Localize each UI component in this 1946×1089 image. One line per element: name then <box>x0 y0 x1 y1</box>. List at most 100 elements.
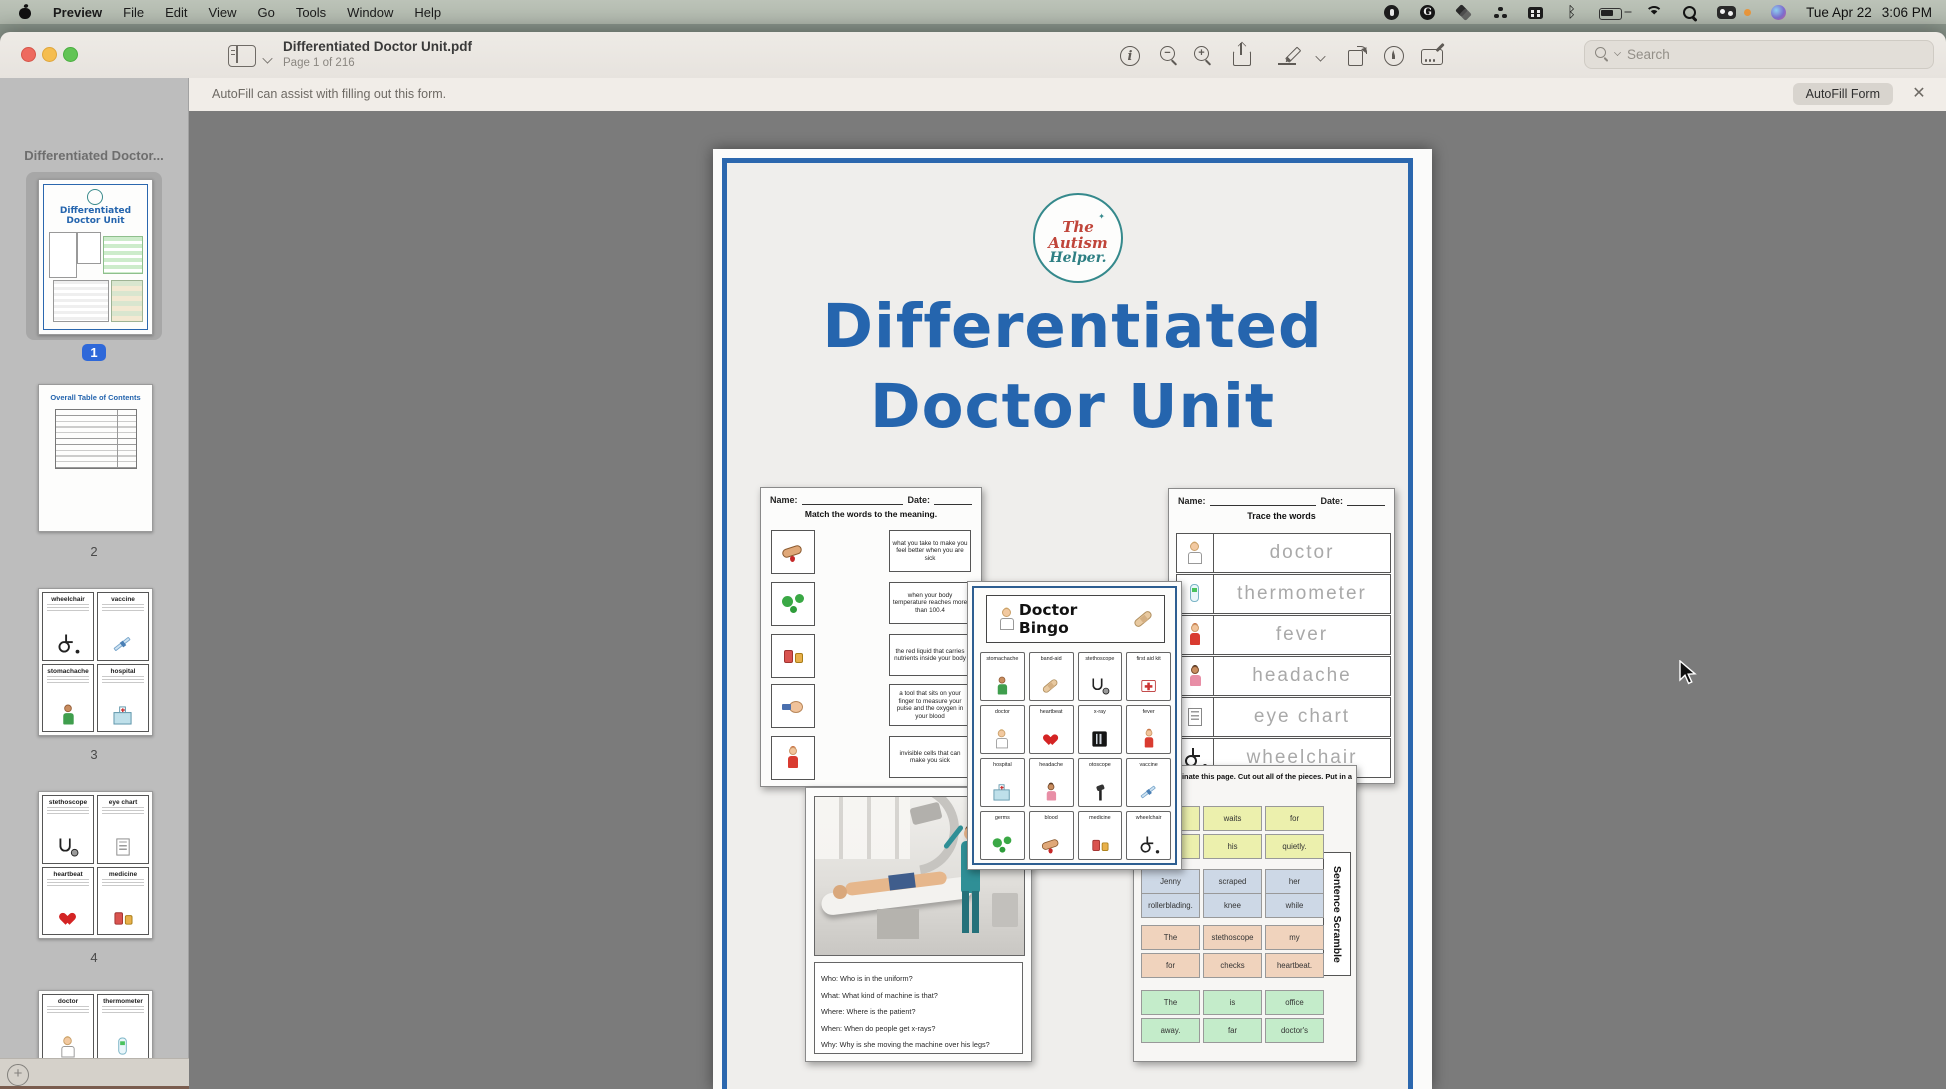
name-date-row: Name: Date: <box>1169 489 1394 506</box>
document-title-line2: Doctor Unit <box>713 371 1432 442</box>
name-date-row: Name: Date: <box>761 488 981 505</box>
search-field[interactable] <box>1584 40 1934 69</box>
word-card: is <box>1203 990 1262 1015</box>
sidebar-bottom-bar: + <box>0 1058 189 1089</box>
vocab-card: doctor <box>42 994 94 1064</box>
screen-record-icon[interactable] <box>1383 4 1400 21</box>
zoom-out-button[interactable]: − <box>1158 44 1182 68</box>
bingo-header: Doctor Bingo <box>986 595 1165 643</box>
zoom-window-button[interactable] <box>63 47 78 62</box>
page-thumbnail-3[interactable]: wheelchair vaccine stomachache hospital <box>38 588 153 736</box>
sidebar-toggle-chevron-icon[interactable] <box>262 53 272 63</box>
highlight-button[interactable] <box>1276 44 1300 68</box>
wheelchair-icon <box>1138 835 1158 855</box>
word-card: knee <box>1203 893 1262 918</box>
add-button[interactable]: + <box>7 1064 29 1086</box>
menu-item-help[interactable]: Help <box>414 5 441 20</box>
bingo-cell: doctor <box>980 705 1025 754</box>
word-card: doctor's <box>1265 1018 1324 1043</box>
control-center-icon[interactable] <box>1717 4 1737 21</box>
battery-icon[interactable] <box>1599 4 1625 21</box>
window-title: Differentiated Doctor Unit.pdf <box>283 39 472 54</box>
page-indicator: Page 1 of 216 <box>283 57 355 69</box>
siri-icon[interactable] <box>1770 4 1787 21</box>
scramble-side-label: Sentence Scramble <box>1323 852 1351 976</box>
search-scope-chevron-icon[interactable] <box>1614 49 1621 56</box>
band-aid-icon <box>1041 676 1061 696</box>
medicine-bottles-icon <box>781 644 805 668</box>
bluetooth-icon[interactable]: ᛒ <box>1563 4 1580 21</box>
apple-menu-icon[interactable] <box>19 5 32 19</box>
equipment-cart <box>992 893 1018 927</box>
medicine-icon <box>1090 835 1110 855</box>
word-card: quietly. <box>1265 834 1324 859</box>
menu-item-file[interactable]: File <box>123 5 144 20</box>
word-card: far <box>1203 1018 1262 1043</box>
toc-title: Overall Table of Contents <box>39 393 152 402</box>
bingo-cell: blood <box>1029 811 1074 860</box>
vocab-card: vaccine <box>97 592 149 661</box>
menu-item-window[interactable]: Window <box>347 5 393 20</box>
title-bar: Differentiated Doctor Unit.pdf Page 1 of… <box>0 32 1946 79</box>
hospital-icon <box>992 782 1012 802</box>
close-window-button[interactable] <box>21 47 36 62</box>
autofill-close-icon[interactable]: ✕ <box>1910 85 1928 103</box>
menu-bar-clock[interactable]: Tue Apr 223:06 PM <box>1806 5 1932 20</box>
trace-word: fever <box>1214 624 1390 646</box>
input-menu-icon[interactable] <box>1527 4 1544 21</box>
menu-item-preview[interactable]: Preview <box>53 5 102 20</box>
page-thumbnail-4[interactable]: stethoscope eye chart heartbeat medicine <box>38 791 153 939</box>
meaning-box: invisible cells that can make you sick <box>889 736 971 778</box>
grammarly-icon[interactable] <box>1419 4 1436 21</box>
page-thumbnail-2[interactable]: Overall Table of Contents <box>38 384 153 532</box>
thumbnail-sidebar[interactable]: Differentiated Doctor... Differentiated … <box>0 78 189 1089</box>
eye-chart-icon <box>112 835 135 858</box>
rotate-button[interactable] <box>1345 44 1369 68</box>
stomachache-icon <box>57 704 80 727</box>
doctor-bingo-card: Doctor Bingo stomachache band-aid stetho… <box>967 581 1182 870</box>
form-fill-button[interactable] <box>1420 44 1444 68</box>
underline <box>934 495 972 505</box>
markup-toolbar-button[interactable] <box>1382 44 1406 68</box>
bingo-cell: germs <box>980 811 1025 860</box>
menu-item-tools[interactable]: Tools <box>296 5 326 20</box>
autofill-form-button[interactable]: AutoFill Form <box>1793 83 1893 105</box>
wifi-icon[interactable] <box>1644 4 1662 21</box>
cover-logo <box>87 189 103 205</box>
vocab-card: medicine <box>97 867 149 936</box>
word-card: stethoscope <box>1203 925 1262 950</box>
page-number-4: 4 <box>0 950 188 965</box>
info-button[interactable]: i <box>1118 44 1142 68</box>
cover-title-line1: Differentiated <box>39 206 152 216</box>
cover-block <box>77 232 101 264</box>
share-button[interactable] <box>1230 44 1254 68</box>
word-card: office <box>1265 990 1324 1015</box>
word-card: scraped <box>1203 869 1262 894</box>
menu-item-view[interactable]: View <box>209 5 237 20</box>
shortcuts-icon[interactable] <box>1455 4 1472 21</box>
trace-word: thermometer <box>1214 583 1390 605</box>
word-card: for <box>1141 953 1200 978</box>
logo-text-line1: The Autism <box>1035 219 1121 251</box>
document-viewer[interactable]: ✦ The Autism Helper. Differentiated Doct… <box>189 111 1946 1089</box>
word-card: her <box>1265 869 1324 894</box>
menu-item-edit[interactable]: Edit <box>165 5 187 20</box>
word-card: checks <box>1203 953 1262 978</box>
question: When: When do people get x-rays? <box>821 1021 1016 1038</box>
vocab-card: thermometer <box>97 994 149 1064</box>
spotlight-icon[interactable] <box>1681 4 1698 21</box>
cover-block <box>53 280 109 322</box>
word-card: rollerblading. <box>1141 893 1200 918</box>
menu-item-go[interactable]: Go <box>257 5 274 20</box>
color-dots-icon[interactable] <box>1491 4 1508 21</box>
search-input[interactable] <box>1625 46 1923 63</box>
minimize-window-button[interactable] <box>42 47 57 62</box>
sidebar-toggle-icon[interactable] <box>228 45 256 67</box>
zoom-in-button[interactable]: + <box>1192 44 1216 68</box>
page-thumbnail-1[interactable]: Differentiated Doctor Unit <box>38 179 153 335</box>
highlight-dropdown-chevron[interactable] <box>1308 44 1332 68</box>
thermometer-icon <box>112 1035 135 1058</box>
page-number-1: 1 <box>0 344 188 361</box>
word-card: his <box>1203 834 1262 859</box>
pdf-page: ✦ The Autism Helper. Differentiated Doct… <box>713 149 1432 1089</box>
